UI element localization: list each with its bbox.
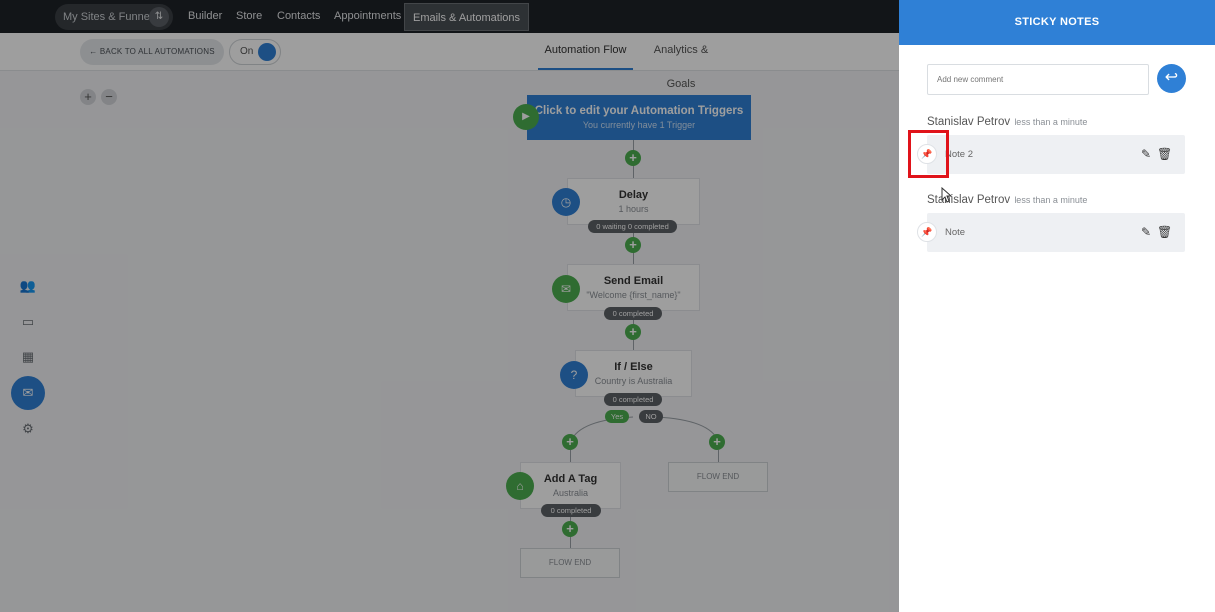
clock-icon: ◷ bbox=[552, 188, 580, 216]
calendar-icon[interactable]: ▦ bbox=[14, 343, 42, 371]
flow-end-node: FLOW END bbox=[520, 548, 620, 578]
add-step-button[interactable]: + bbox=[562, 521, 578, 537]
connector-line bbox=[570, 450, 571, 462]
step-subtitle: Country is Australia bbox=[594, 376, 673, 386]
mouse-cursor-icon bbox=[941, 187, 953, 203]
pin-icon[interactable]: 📌 bbox=[917, 222, 937, 242]
edit-pencil-icon[interactable]: ✎ bbox=[1139, 146, 1153, 162]
trigger-subtitle: You currently have 1 Trigger bbox=[582, 120, 696, 130]
tab-automation-flow[interactable]: Automation Flow bbox=[538, 33, 633, 70]
contacts-icon[interactable]: 👥 bbox=[14, 272, 42, 300]
flow-end-node: FLOW END bbox=[668, 462, 768, 492]
send-email-step[interactable]: Send Email "Welcome {first_name}" bbox=[567, 264, 700, 311]
toggle-knob bbox=[258, 43, 276, 61]
add-step-button[interactable]: + bbox=[625, 150, 641, 166]
email-icon[interactable]: ✉ bbox=[11, 376, 45, 410]
trash-icon[interactable]: 🗑 bbox=[1157, 146, 1172, 162]
zoom-in-button[interactable]: + bbox=[80, 89, 96, 105]
sticky-notes-panel: STICKY NOTES ↩ Stanislav Petrov less tha… bbox=[899, 0, 1215, 612]
back-to-automations-button[interactable]: ← BACK TO ALL AUTOMATIONS bbox=[80, 39, 224, 65]
note-author: Stanislav Petrov bbox=[927, 194, 1011, 206]
add-step-button[interactable]: + bbox=[625, 324, 641, 340]
add-step-button[interactable]: + bbox=[709, 434, 725, 450]
step-title: Add A Tag bbox=[543, 473, 598, 485]
step-title: Delay bbox=[618, 189, 649, 201]
panel-title: STICKY NOTES bbox=[899, 0, 1215, 45]
highlight-box bbox=[908, 130, 949, 178]
nav-emails-automations[interactable]: Emails & Automations bbox=[404, 3, 529, 31]
inbox-icon[interactable]: ▭ bbox=[14, 308, 42, 336]
reply-arrow-icon: ↩ bbox=[1164, 69, 1179, 86]
delay-step[interactable]: Delay 1 hours bbox=[567, 178, 700, 225]
if-else-step[interactable]: If / Else Country is Australia bbox=[575, 350, 692, 397]
step-subtitle: Australia bbox=[552, 488, 588, 498]
automation-toolbar: ← BACK TO ALL AUTOMATIONS On Automation … bbox=[0, 33, 899, 90]
yes-branch-badge: Yes bbox=[605, 410, 629, 423]
trigger-title: Click to edit your Automation Triggers bbox=[534, 105, 744, 117]
nav-builder[interactable]: Builder bbox=[188, 0, 222, 33]
settings-gear-icon[interactable]: ⚙ bbox=[14, 415, 42, 443]
step-title: If / Else bbox=[614, 361, 653, 373]
note-header: Stanislav Petrov less than a minute bbox=[927, 116, 1087, 128]
toggle-label: On bbox=[240, 46, 254, 57]
sites-funnels-switcher[interactable]: My Sites & Funnels ⇅ bbox=[55, 4, 173, 30]
note-time: less than a minute bbox=[1014, 117, 1088, 127]
swap-icon[interactable]: ⇅ bbox=[149, 7, 169, 27]
nav-store[interactable]: Store bbox=[236, 0, 262, 33]
automation-trigger-block[interactable]: ▶ Click to edit your Automation Triggers… bbox=[513, 95, 751, 140]
automation-on-toggle[interactable]: On bbox=[229, 39, 281, 65]
note-author: Stanislav Petrov bbox=[927, 116, 1011, 128]
nav-contacts[interactable]: Contacts bbox=[277, 0, 320, 33]
tag-icon: ⌂ bbox=[506, 472, 534, 500]
step-stats-badge: 0 completed bbox=[541, 504, 601, 517]
sites-funnels-label: My Sites & Funnels bbox=[63, 11, 158, 23]
play-icon: ▶ bbox=[513, 104, 539, 130]
step-stats-badge: 0 waiting 0 completed bbox=[588, 220, 677, 233]
step-stats-badge: 0 completed bbox=[604, 307, 662, 320]
step-stats-badge: 0 completed bbox=[604, 393, 662, 406]
step-subtitle: "Welcome {first_name}" bbox=[586, 290, 681, 300]
step-subtitle: 1 hours bbox=[618, 204, 649, 214]
top-navigation: My Sites & Funnels ⇅ Builder Store Conta… bbox=[0, 0, 899, 33]
new-comment-input[interactable] bbox=[927, 64, 1149, 95]
note-time: less than a minute bbox=[1014, 195, 1088, 205]
note-text: Note bbox=[945, 227, 966, 238]
sticky-note: 📌 Note 2 ✎ 🗑 bbox=[917, 135, 1185, 174]
tab-analytics-goals[interactable]: Analytics & Goals bbox=[641, 33, 721, 90]
step-title: Send Email bbox=[603, 275, 664, 287]
connector-line bbox=[718, 450, 719, 462]
question-icon: ? bbox=[560, 361, 588, 389]
submit-comment-button[interactable]: ↩ bbox=[1157, 64, 1186, 93]
note-text: Note 2 bbox=[945, 149, 973, 160]
no-branch-badge: NO bbox=[639, 410, 663, 423]
add-tag-step[interactable]: Add A Tag Australia bbox=[520, 462, 621, 509]
nav-appointments[interactable]: Appointments bbox=[334, 0, 401, 33]
trash-icon[interactable]: 🗑 bbox=[1157, 224, 1172, 240]
zoom-out-button[interactable]: − bbox=[101, 89, 117, 105]
automation-builder: My Sites & Funnels ⇅ Builder Store Conta… bbox=[0, 0, 899, 612]
sticky-note: 📌 Note ✎ 🗑 bbox=[917, 213, 1185, 252]
edit-pencil-icon[interactable]: ✎ bbox=[1139, 224, 1153, 240]
dim-overlay bbox=[0, 0, 899, 612]
add-step-button[interactable]: + bbox=[625, 237, 641, 253]
add-step-button[interactable]: + bbox=[562, 434, 578, 450]
envelope-icon: ✉ bbox=[552, 275, 580, 303]
